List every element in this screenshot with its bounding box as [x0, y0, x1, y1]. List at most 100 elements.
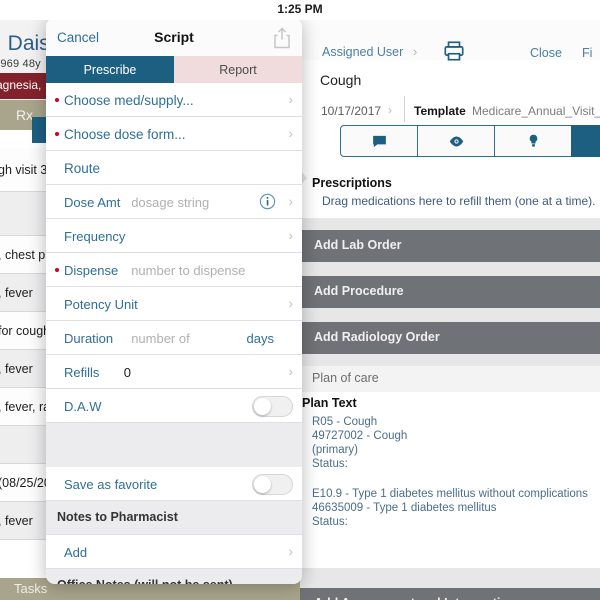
toggle-knob	[254, 476, 271, 493]
add-lab-order-label: Add Lab Order	[314, 238, 402, 252]
frequency-row[interactable]: Frequency ›	[46, 219, 302, 253]
refills-row[interactable]: Refills 0 ›	[46, 355, 302, 389]
encounter-row-text: , fever, ra	[0, 399, 51, 414]
notes-to-pharmacist-header: Notes to Pharmacist	[46, 501, 302, 535]
dispense-row-input[interactable]: number to dispense	[131, 263, 245, 278]
frequency-row-label: Frequency	[64, 229, 126, 244]
potency-unit-row-label: Potency Unit	[64, 297, 138, 312]
plan-text-body[interactable]: Plan Text R05 - Cough 49727002 - Cough (pr…	[300, 392, 600, 582]
add-assessment-bar[interactable]: Add Assessment and Interventions	[300, 588, 600, 600]
duration-row-unit: days	[246, 331, 274, 346]
finish-button[interactable]: Fi	[582, 46, 592, 60]
lightbulb-icon	[529, 134, 538, 147]
bar-gap-3	[300, 354, 600, 366]
add-lab-order-bar[interactable]: Add Lab Order	[300, 230, 600, 262]
note-icon-tabs[interactable]	[340, 125, 600, 157]
daw-row-toggle[interactable]	[252, 396, 293, 417]
choose-dose-form-row[interactable]: Choose dose form... ›	[46, 117, 302, 151]
prescriptions-hint: Drag medications here to refill them (on…	[322, 194, 596, 208]
tab-more[interactable]	[571, 125, 600, 157]
plan-line: R05 - Cough	[312, 416, 378, 428]
share-icon[interactable]	[272, 27, 292, 49]
toggle-knob	[254, 398, 271, 415]
tasks-label: Tasks	[14, 581, 48, 596]
chevron-right-icon: ›	[288, 295, 293, 311]
dose-amt-row-input[interactable]: dosage string	[131, 195, 209, 210]
daw-row[interactable]: D.A.W	[46, 389, 302, 423]
tab-view[interactable]	[417, 125, 495, 157]
daw-row-label: D.A.W	[64, 399, 102, 414]
choose-dose-form-row-label: Choose dose form...	[64, 127, 186, 142]
template-label: Template	[414, 104, 466, 118]
plan-line: 46635009 - Type 1 diabetes mellitus	[312, 502, 497, 514]
dispense-row[interactable]: Dispense number to dispense	[46, 253, 302, 287]
printer-icon[interactable]	[442, 40, 466, 62]
status-clock: 1:25 PM	[277, 2, 323, 16]
chevron-right-icon-date: ›	[388, 103, 392, 117]
save-as-favorite-row[interactable]: Save as favorite	[46, 467, 302, 501]
duration-row[interactable]: Duration number of days	[46, 321, 302, 355]
encounter-row-text: , fever	[0, 285, 33, 300]
dose-amt-row[interactable]: Dose Amt dosage string ›	[46, 185, 302, 219]
choose-med-row[interactable]: Choose med/supply... ›	[46, 83, 302, 117]
note-date[interactable]: 10/17/2017	[321, 104, 381, 118]
add-note-row[interactable]: Add ›	[46, 535, 302, 569]
tab-suggestions[interactable]	[494, 125, 572, 157]
save-as-favorite-row-toggle[interactable]	[252, 474, 293, 495]
add-note-row-label: Add	[64, 545, 88, 560]
chevron-right-icon: ›	[288, 125, 293, 141]
toolbar-divider	[404, 96, 405, 122]
note-title: Cough	[320, 72, 362, 88]
encounter-row-text: , fever	[0, 513, 33, 528]
template-value[interactable]: Medicare_Annual_Visit_M	[472, 104, 600, 118]
potency-unit-row[interactable]: Potency Unit ›	[46, 287, 302, 321]
chevron-right-icon: ›	[288, 363, 293, 379]
office-notes-header: Office Notes (will not be sent)	[46, 569, 302, 584]
plan-line: Status:	[312, 458, 348, 470]
allergy-text: Magnesia,	[0, 78, 42, 92]
chevron-right-icon: ›	[413, 44, 418, 59]
add-radiology-order-bar[interactable]: Add Radiology Order	[300, 322, 600, 354]
chevron-right-icon: ›	[288, 91, 293, 107]
patient-dob-age: 1969 48y	[0, 58, 41, 70]
refills-row-label: Refills	[64, 365, 100, 380]
chevron-right-icon: ›	[288, 193, 293, 209]
segment-prescribe[interactable]: Prescribe	[46, 56, 174, 83]
prescriptions-title: Prescriptions	[312, 176, 392, 190]
required-bullet-icon	[55, 268, 59, 272]
status-bar: 1:25 PM	[0, 0, 600, 20]
close-button[interactable]: Close	[530, 46, 562, 60]
segment-report[interactable]: Report	[174, 56, 302, 83]
duration-row-label: Duration	[64, 331, 114, 346]
bar-gap-1	[300, 262, 600, 276]
encounter-note-pane: Assigned User › Close Fi Cough 10/17/201…	[300, 20, 600, 600]
modal-navbar: Cancel Script	[46, 18, 302, 56]
plan-gap	[300, 568, 600, 588]
required-bullet-icon	[55, 98, 59, 102]
encounter-row-text: , chest p	[0, 247, 46, 262]
route-row[interactable]: Route	[46, 151, 302, 185]
speech-bubble-icon	[372, 135, 386, 147]
plan-line: 49727002 - Cough	[312, 430, 408, 442]
add-procedure-bar[interactable]: Add Procedure	[300, 276, 600, 308]
tab-comments[interactable]	[340, 125, 418, 157]
plan-line: (primary)	[312, 444, 358, 456]
plan-of-care-header[interactable]: Plan of care	[300, 366, 600, 392]
refills-row-value[interactable]: 0	[124, 365, 131, 380]
add-procedure-label: Add Procedure	[314, 284, 404, 298]
plan-line: E10.9 - Type 1 diabetes mellitus without…	[312, 488, 588, 500]
info-icon[interactable]	[259, 193, 276, 210]
notes-to-pharmacist-header-label: Notes to Pharmacist	[57, 510, 178, 524]
duration-row-input[interactable]: number of	[131, 331, 190, 346]
add-radiology-order-label: Add Radiology Order	[314, 330, 440, 344]
spacer-row	[46, 423, 302, 467]
eye-icon	[449, 136, 463, 146]
save-as-favorite-row-label: Save as favorite	[64, 477, 158, 492]
encounter-row-text: (08/25/20	[0, 475, 51, 490]
prescribe-report-segmented-control[interactable]: Prescribe Report	[46, 56, 302, 83]
bar-gap-2	[300, 308, 600, 322]
dispense-row-label: Dispense	[64, 263, 119, 278]
assigned-user-link[interactable]: Assigned User	[322, 45, 403, 59]
script-form-list[interactable]: Choose med/supply... › Choose dose form...…	[46, 83, 302, 584]
dose-amt-row-label: Dose Amt	[64, 195, 121, 210]
